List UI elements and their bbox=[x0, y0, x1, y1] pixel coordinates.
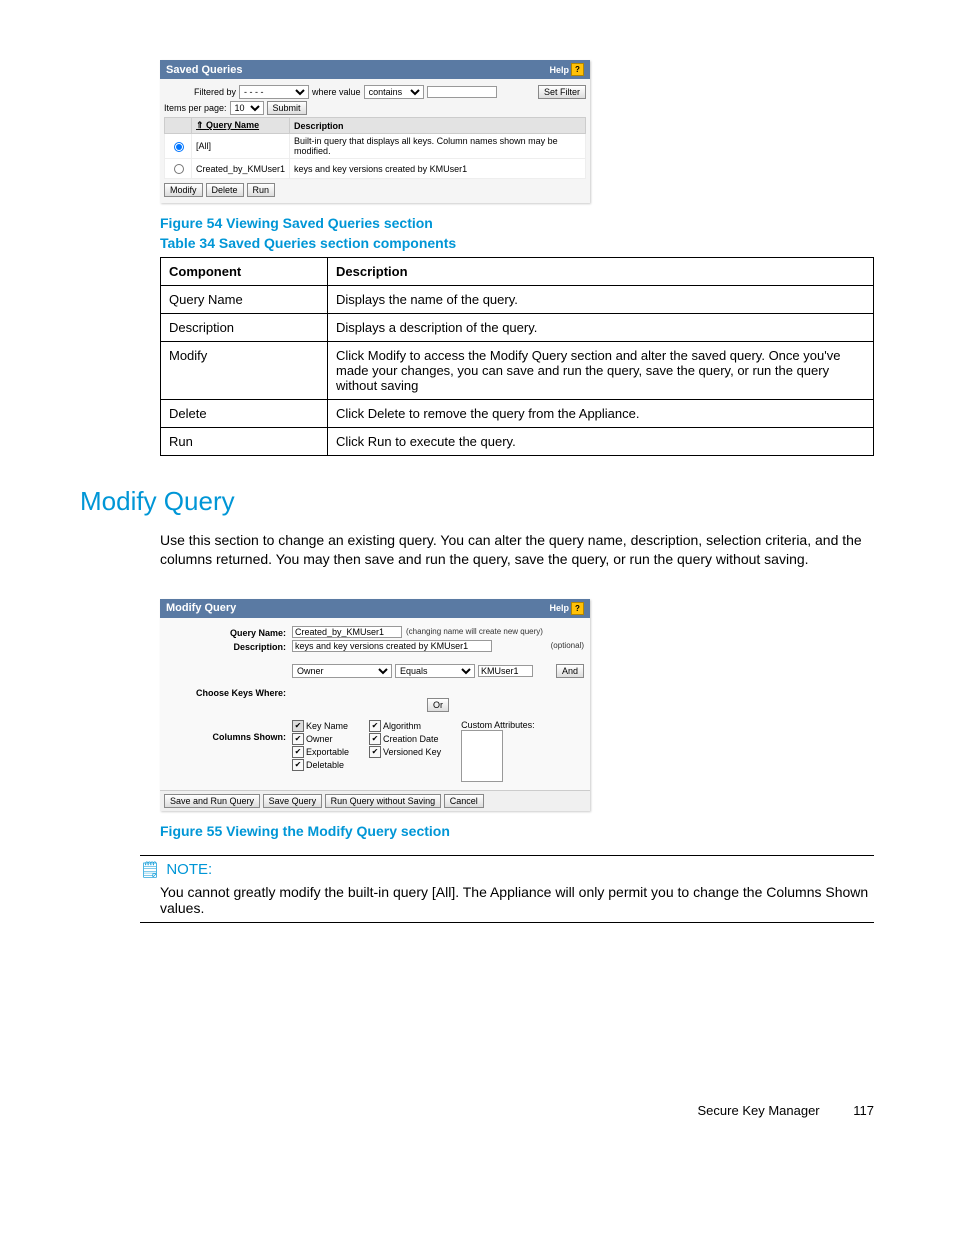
col-checkbox[interactable]: ✔Deletable bbox=[292, 759, 349, 771]
help-icon: ? bbox=[571, 602, 584, 615]
col-checkbox[interactable]: ✔Key Name bbox=[292, 720, 349, 732]
panel-title: Modify Query bbox=[166, 602, 236, 614]
criteria-value-input[interactable] bbox=[478, 665, 533, 677]
col-checkbox[interactable]: ✔Versioned Key bbox=[369, 746, 441, 758]
criteria-field-select[interactable]: Owner bbox=[292, 664, 392, 678]
section-body: Use this section to change an existing q… bbox=[160, 531, 874, 569]
components-table: Component Description Query NameDisplays… bbox=[160, 257, 874, 456]
note-title: NOTE: bbox=[166, 861, 212, 878]
filter-value-input[interactable] bbox=[427, 86, 497, 98]
where-value-label: where value bbox=[312, 87, 361, 97]
help-link[interactable]: Help ? bbox=[549, 602, 584, 615]
run-button[interactable]: Run bbox=[247, 183, 276, 197]
items-per-page-label: Items per page: bbox=[164, 103, 227, 113]
columns-shown-label: Columns Shown: bbox=[166, 720, 292, 742]
saved-queries-table: ⇑ Query Name Description [All] Built-in … bbox=[164, 117, 586, 179]
criteria-op-select[interactable]: Equals bbox=[395, 664, 475, 678]
col-checkbox[interactable]: ✔Owner bbox=[292, 733, 349, 745]
items-per-page-select[interactable]: 10 bbox=[230, 101, 264, 115]
table-caption: Table 34 Saved Queries section component… bbox=[160, 235, 874, 251]
description-hint: (optional) bbox=[551, 641, 584, 650]
custom-attributes-box[interactable] bbox=[461, 730, 503, 782]
note-body: You cannot greatly modify the built-in q… bbox=[160, 884, 874, 916]
page-number: 117 bbox=[853, 1103, 874, 1118]
th-description: Description bbox=[328, 258, 874, 286]
save-query-button[interactable]: Save Query bbox=[263, 794, 323, 808]
col-checkbox[interactable]: ✔Exportable bbox=[292, 746, 349, 758]
custom-attributes-label: Custom Attributes: bbox=[461, 720, 535, 730]
filter-op-select[interactable]: contains bbox=[364, 85, 424, 99]
col-description: Description bbox=[290, 118, 586, 134]
figure-caption: Figure 55 Viewing the Modify Query secti… bbox=[160, 823, 874, 839]
panel-title: Saved Queries bbox=[166, 64, 242, 76]
modify-button[interactable]: Modify bbox=[164, 183, 203, 197]
query-name-hint: (changing name will create new query) bbox=[406, 627, 543, 636]
help-link[interactable]: Help ? bbox=[549, 63, 584, 76]
save-and-run-button[interactable]: Save and Run Query bbox=[164, 794, 260, 808]
note-block: 🗒 NOTE: You cannot greatly modify the bu… bbox=[140, 855, 874, 923]
delete-button[interactable]: Delete bbox=[206, 183, 244, 197]
or-button[interactable]: Or bbox=[427, 698, 449, 712]
section-title: Modify Query bbox=[80, 486, 874, 517]
row-radio[interactable] bbox=[174, 142, 184, 152]
page-footer: Secure Key Manager 117 bbox=[80, 1103, 874, 1118]
cancel-button[interactable]: Cancel bbox=[444, 794, 484, 808]
col-checkbox[interactable]: ✔Algorithm bbox=[369, 720, 441, 732]
panel-header: Modify Query Help ? bbox=[160, 599, 590, 618]
panel-header: Saved Queries Help ? bbox=[160, 60, 590, 79]
and-button[interactable]: And bbox=[556, 664, 584, 678]
modify-query-panel: Modify Query Help ? Query Name: (changin… bbox=[160, 599, 590, 811]
query-name-input[interactable] bbox=[292, 626, 402, 638]
choose-keys-label: Choose Keys Where: bbox=[166, 678, 292, 698]
product-name: Secure Key Manager bbox=[698, 1103, 820, 1118]
row-radio[interactable] bbox=[174, 164, 184, 174]
run-without-saving-button[interactable]: Run Query without Saving bbox=[325, 794, 442, 808]
figure-caption: Figure 54 Viewing Saved Queries section bbox=[160, 215, 874, 231]
description-input[interactable] bbox=[292, 640, 492, 652]
submit-button[interactable]: Submit bbox=[267, 101, 307, 115]
note-icon: 🗒 bbox=[140, 860, 160, 880]
filtered-by-label: Filtered by bbox=[194, 87, 236, 97]
col-checkbox[interactable]: ✔Creation Date bbox=[369, 733, 441, 745]
th-component: Component bbox=[161, 258, 328, 286]
col-query-name: ⇑ Query Name bbox=[192, 118, 290, 134]
help-icon: ? bbox=[571, 63, 584, 76]
saved-queries-panel: Saved Queries Help ? Filtered by - - - -… bbox=[160, 60, 590, 203]
table-row[interactable]: Created_by_KMUser1 keys and key versions… bbox=[165, 159, 586, 179]
set-filter-button[interactable]: Set Filter bbox=[538, 85, 586, 99]
table-row[interactable]: [All] Built-in query that displays all k… bbox=[165, 134, 586, 159]
query-name-label: Query Name: bbox=[166, 626, 292, 638]
description-label: Description: bbox=[166, 640, 292, 652]
filter-field-select[interactable]: - - - - bbox=[239, 85, 309, 99]
